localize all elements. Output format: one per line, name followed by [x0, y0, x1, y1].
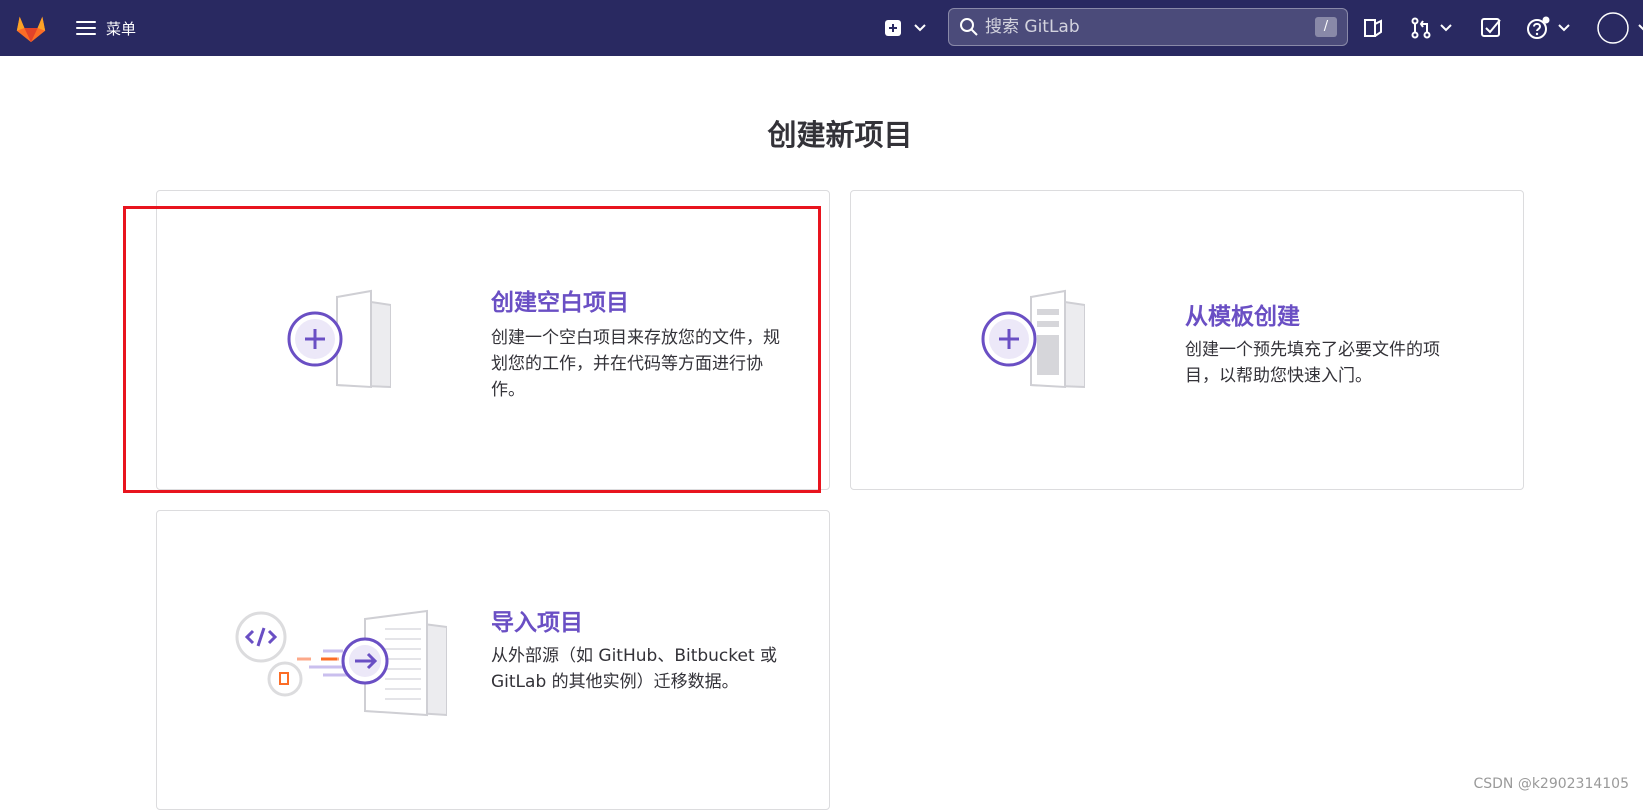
page-title: 创建新项目 [767, 118, 913, 152]
user-menu-button[interactable] [1596, 12, 1643, 44]
search-box[interactable]: / [948, 8, 1348, 46]
template-illustration [981, 289, 1085, 389]
plus-square-icon [885, 20, 901, 36]
import-illustration [235, 609, 447, 717]
create-from-template-card[interactable]: 从模板创建 创建一个预先填充了必要文件的项目，以帮助您快速入门。 [850, 190, 1524, 490]
blank-project-illustration [287, 289, 391, 389]
merge-request-icon [1411, 17, 1431, 39]
create-blank-project-card[interactable]: 创建空白项目 创建一个空白项目来存放您的文件，规划您的工作，并在代码等方面进行协… [156, 190, 830, 490]
menu-button[interactable]: 菜单 [76, 14, 136, 42]
issues-icon [1364, 19, 1382, 37]
search-icon [960, 18, 978, 36]
watermark: CSDN @k2902314105 [1473, 776, 1629, 792]
chevron-down-icon [914, 24, 926, 32]
top-navbar: 菜单 / [0, 0, 1643, 56]
chevron-down-icon [1440, 24, 1452, 32]
hamburger-icon [76, 20, 96, 36]
avatar [1597, 12, 1629, 44]
todos-button[interactable] [1480, 14, 1502, 42]
search-input[interactable] [985, 17, 1305, 37]
chevron-down-icon [1558, 24, 1570, 32]
todo-checkbox-icon [1481, 18, 1501, 37]
create-new-button[interactable] [884, 14, 926, 42]
import-project-card[interactable]: 导入项目 从外部源（如 GitHub、Bitbucket 或 GitLab 的其… [156, 510, 830, 810]
chevron-down-icon [1638, 24, 1643, 31]
menu-label: 菜单 [106, 19, 137, 38]
merge-requests-button[interactable] [1410, 14, 1452, 42]
issues-button[interactable] [1362, 14, 1384, 42]
card-title: 导入项目 [491, 610, 583, 636]
gitlab-logo[interactable] [14, 10, 48, 44]
card-description: 创建一个预先填充了必要文件的项目，以帮助您快速入门。 [1185, 340, 1440, 386]
card-description: 从外部源（如 GitHub、Bitbucket 或 GitLab 的其他实例）迁… [491, 646, 778, 692]
help-icon [1527, 16, 1550, 39]
card-title: 创建空白项目 [491, 290, 629, 316]
help-button[interactable] [1526, 14, 1570, 42]
card-title: 从模板创建 [1185, 304, 1300, 330]
search-shortcut-hint: / [1315, 17, 1337, 37]
card-description: 创建一个空白项目来存放您的文件，规划您的工作，并在代码等方面进行协作。 [491, 328, 780, 400]
